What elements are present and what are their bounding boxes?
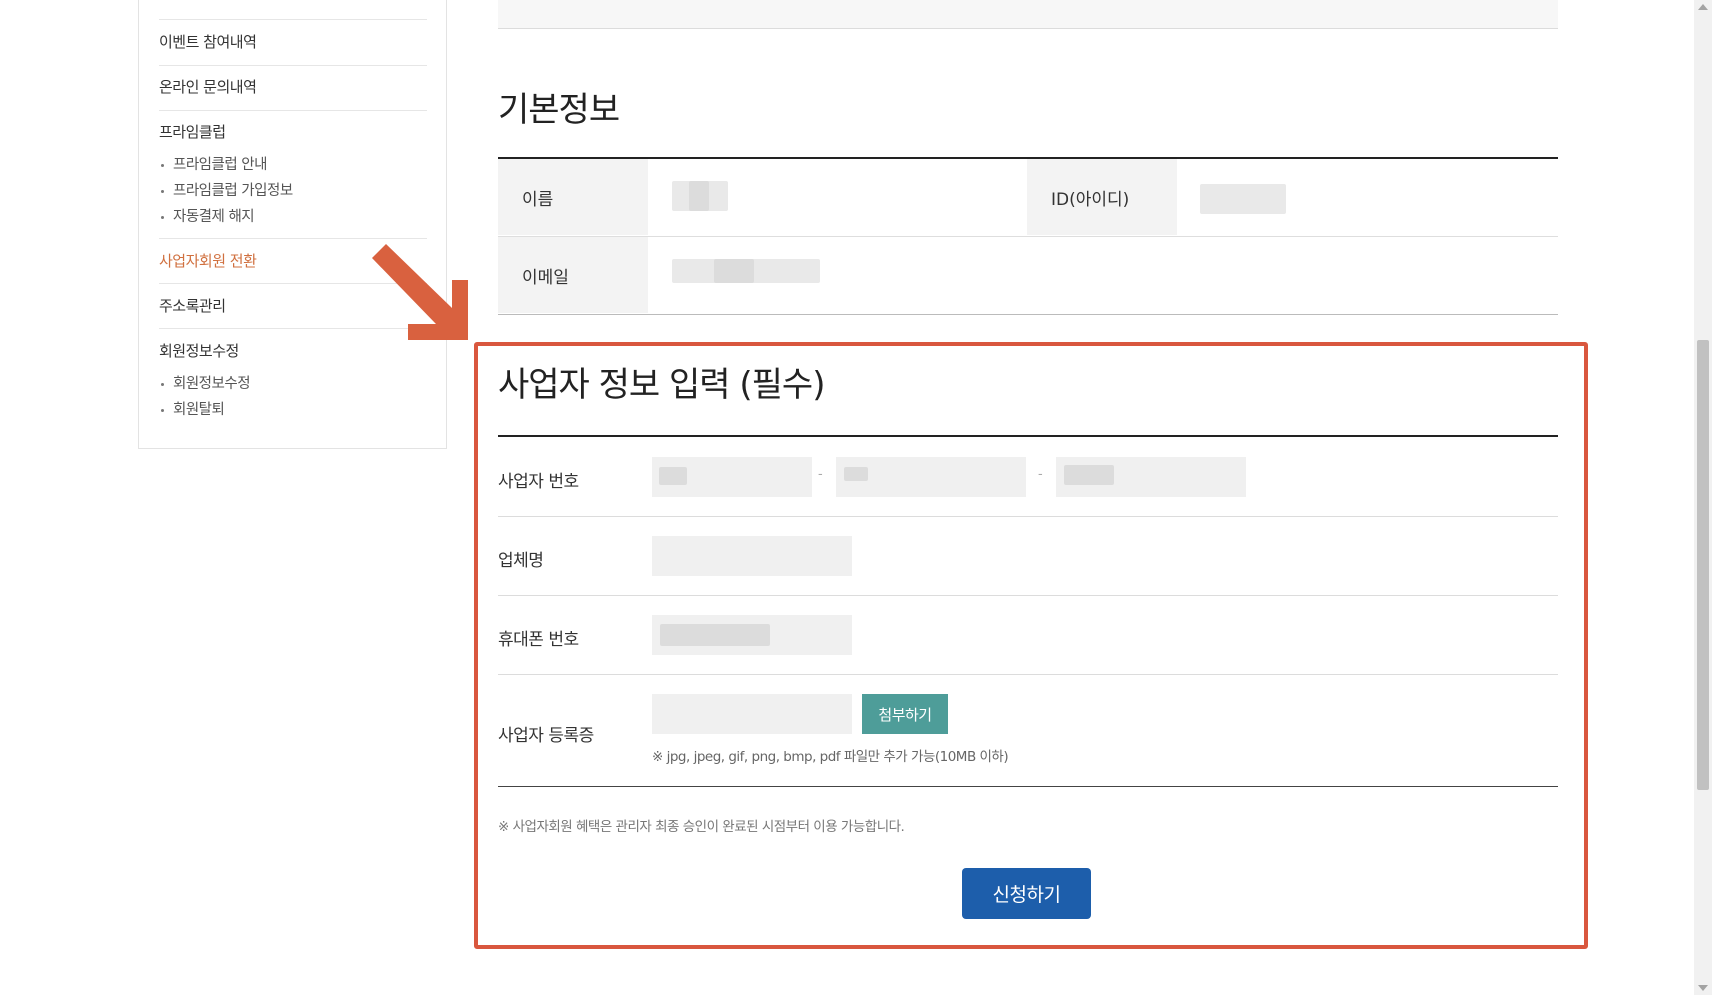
name-value-blur [689,181,709,211]
file-hint-text: ※ jpg, jpeg, gif, png, bmp, pdf 파일만 추가 가… [652,749,1009,765]
table-row: 휴대폰 번호 [498,596,1558,675]
arrow-down-right-icon [372,244,468,340]
scroll-thumb[interactable] [1697,340,1709,790]
bullet-icon [161,189,164,193]
basic-info-title: 기본정보 [498,90,620,130]
sidebar-item-event-history[interactable]: 이벤트 참여내역 [159,31,427,52]
divider [159,19,427,20]
sidebar-item-online-inquiry[interactable]: 온라인 문의내역 [159,76,427,97]
attach-button[interactable]: 첨부하기 [862,694,948,734]
name-label: 이름 [498,159,648,235]
approval-notice: ※ 사업자회원 혜택은 관리자 최종 승인이 완료된 시점부터 이용 가능합니다… [498,819,905,835]
company-name-input[interactable] [652,536,852,576]
biz-number-field-3-blur [1064,465,1114,485]
sidebar-subitem-prime-guide[interactable]: 프라임클럽 안내 [159,153,268,174]
separator: - [1038,467,1043,482]
bullet-icon [161,163,164,167]
sidebar-subitem-label: 프라임클럽 안내 [173,157,268,173]
business-info-form: 사업자 번호 - - 업체명 휴대폰 번호 사업자 등록증 첨부하기 ※ jpg… [498,435,1558,787]
biz-number-label: 사업자 번호 [498,472,579,492]
table-row: 업체명 [498,517,1558,596]
divider [159,110,427,111]
biz-cert-label: 사업자 등록증 [498,726,594,746]
sidebar-subitem-prime-join-info[interactable]: 프라임클럽 가입정보 [159,179,293,200]
sidebar-item-member-info[interactable]: 회원정보수정 [159,340,427,361]
scrollbar[interactable] [1694,0,1712,995]
divider [159,65,427,66]
sidebar-subitem-label: 회원탈퇴 [173,402,225,418]
table-row: 사업자 등록증 첨부하기 ※ jpg, jpeg, gif, png, bmp,… [498,675,1558,787]
sidebar-subitem-label: 자동결제 해지 [173,209,255,225]
email-label: 이메일 [498,237,648,313]
business-info-title: 사업자 정보 입력 (필수) [498,365,825,405]
company-name-label: 업체명 [498,551,544,571]
email-value-blur [714,259,754,283]
sidebar-item-prime-club[interactable]: 프라임클럽 [159,121,427,142]
sidebar-subitem-label: 회원정보수정 [173,376,251,392]
biz-number-field-2-blur [844,467,868,481]
biz-cert-file-input[interactable] [652,694,852,734]
basic-info-table: 이름 ID(아이디) 이메일 [498,157,1558,315]
sidebar-subitem-label: 프라임클럽 가입정보 [173,183,293,199]
scroll-up-icon[interactable] [1698,4,1708,10]
table-row: 사업자 번호 - - [498,437,1558,517]
biz-number-field-1-blur [659,467,687,485]
sidebar-subitem-edit-info[interactable]: 회원정보수정 [159,372,251,393]
scroll-down-icon[interactable] [1698,985,1708,991]
sidebar-subitem-withdraw[interactable]: 회원탈퇴 [159,398,225,419]
sidebar-nav: 이벤트 참여내역 온라인 문의내역 프라임클럽 프라임클럽 안내 프라임클럽 가… [138,0,447,449]
table-row: 이름 ID(아이디) [498,159,1558,235]
sidebar-subitem-auto-payment-cancel[interactable]: 자동결제 해지 [159,205,255,226]
divider [159,238,427,239]
bullet-icon [161,408,164,412]
bullet-icon [161,215,164,219]
top-section-remnant [498,0,1558,29]
separator: - [818,467,823,482]
bullet-icon [161,382,164,386]
table-row: 이메일 [498,236,1558,313]
submit-button[interactable]: 신청하기 [962,868,1091,919]
id-label: ID(아이디) [1027,159,1177,235]
phone-number-blur [660,624,770,646]
id-value [1200,184,1286,214]
phone-number-label: 휴대폰 번호 [498,630,579,650]
